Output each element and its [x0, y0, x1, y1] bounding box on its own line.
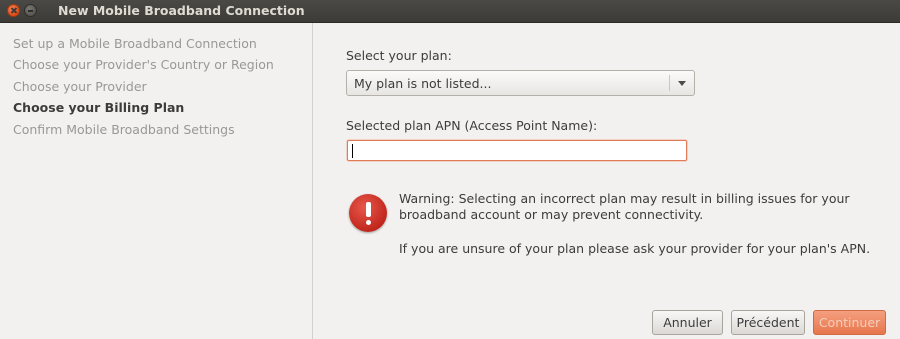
exclamation-bar — [366, 202, 371, 217]
apn-field[interactable] — [347, 140, 687, 161]
window-title: New Mobile Broadband Connection — [58, 3, 305, 18]
error-icon — [349, 194, 387, 232]
cancel-button[interactable]: Annuler — [652, 310, 723, 335]
sidebar-step-setup: Set up a Mobile Broadband Connection — [13, 36, 257, 51]
plan-label: Select your plan: — [346, 48, 452, 63]
combo-separator — [669, 75, 670, 91]
plan-select-value: My plan is not listed... — [354, 76, 492, 91]
back-button[interactable]: Précédent — [731, 310, 805, 335]
title-bar: New Mobile Broadband Connection — [0, 0, 900, 23]
sidebar-step-country: Choose your Provider's Country or Region — [13, 57, 274, 72]
sidebar-step-confirm: Confirm Mobile Broadband Settings — [13, 122, 235, 137]
warning-message: Warning: Selecting an incorrect plan may… — [399, 191, 850, 222]
chevron-down-icon[interactable] — [678, 81, 686, 86]
plan-select[interactable]: My plan is not listed... — [346, 70, 695, 96]
exclamation-dot — [366, 220, 371, 225]
info-message: If you are unsure of your plan please as… — [399, 241, 871, 256]
close-icon[interactable] — [7, 4, 20, 17]
sidebar-step-provider: Choose your Provider — [13, 79, 147, 94]
sidebar-step-billing-plan: Choose your Billing Plan — [13, 100, 185, 115]
text-cursor — [352, 144, 353, 158]
continue-button[interactable]: Continuer — [813, 310, 886, 335]
apn-input[interactable] — [348, 141, 686, 160]
assistant-sidebar: Set up a Mobile Broadband Connection Cho… — [0, 23, 313, 339]
minimize-icon[interactable] — [24, 4, 37, 17]
apn-label: Selected plan APN (Access Point Name): — [346, 118, 598, 133]
